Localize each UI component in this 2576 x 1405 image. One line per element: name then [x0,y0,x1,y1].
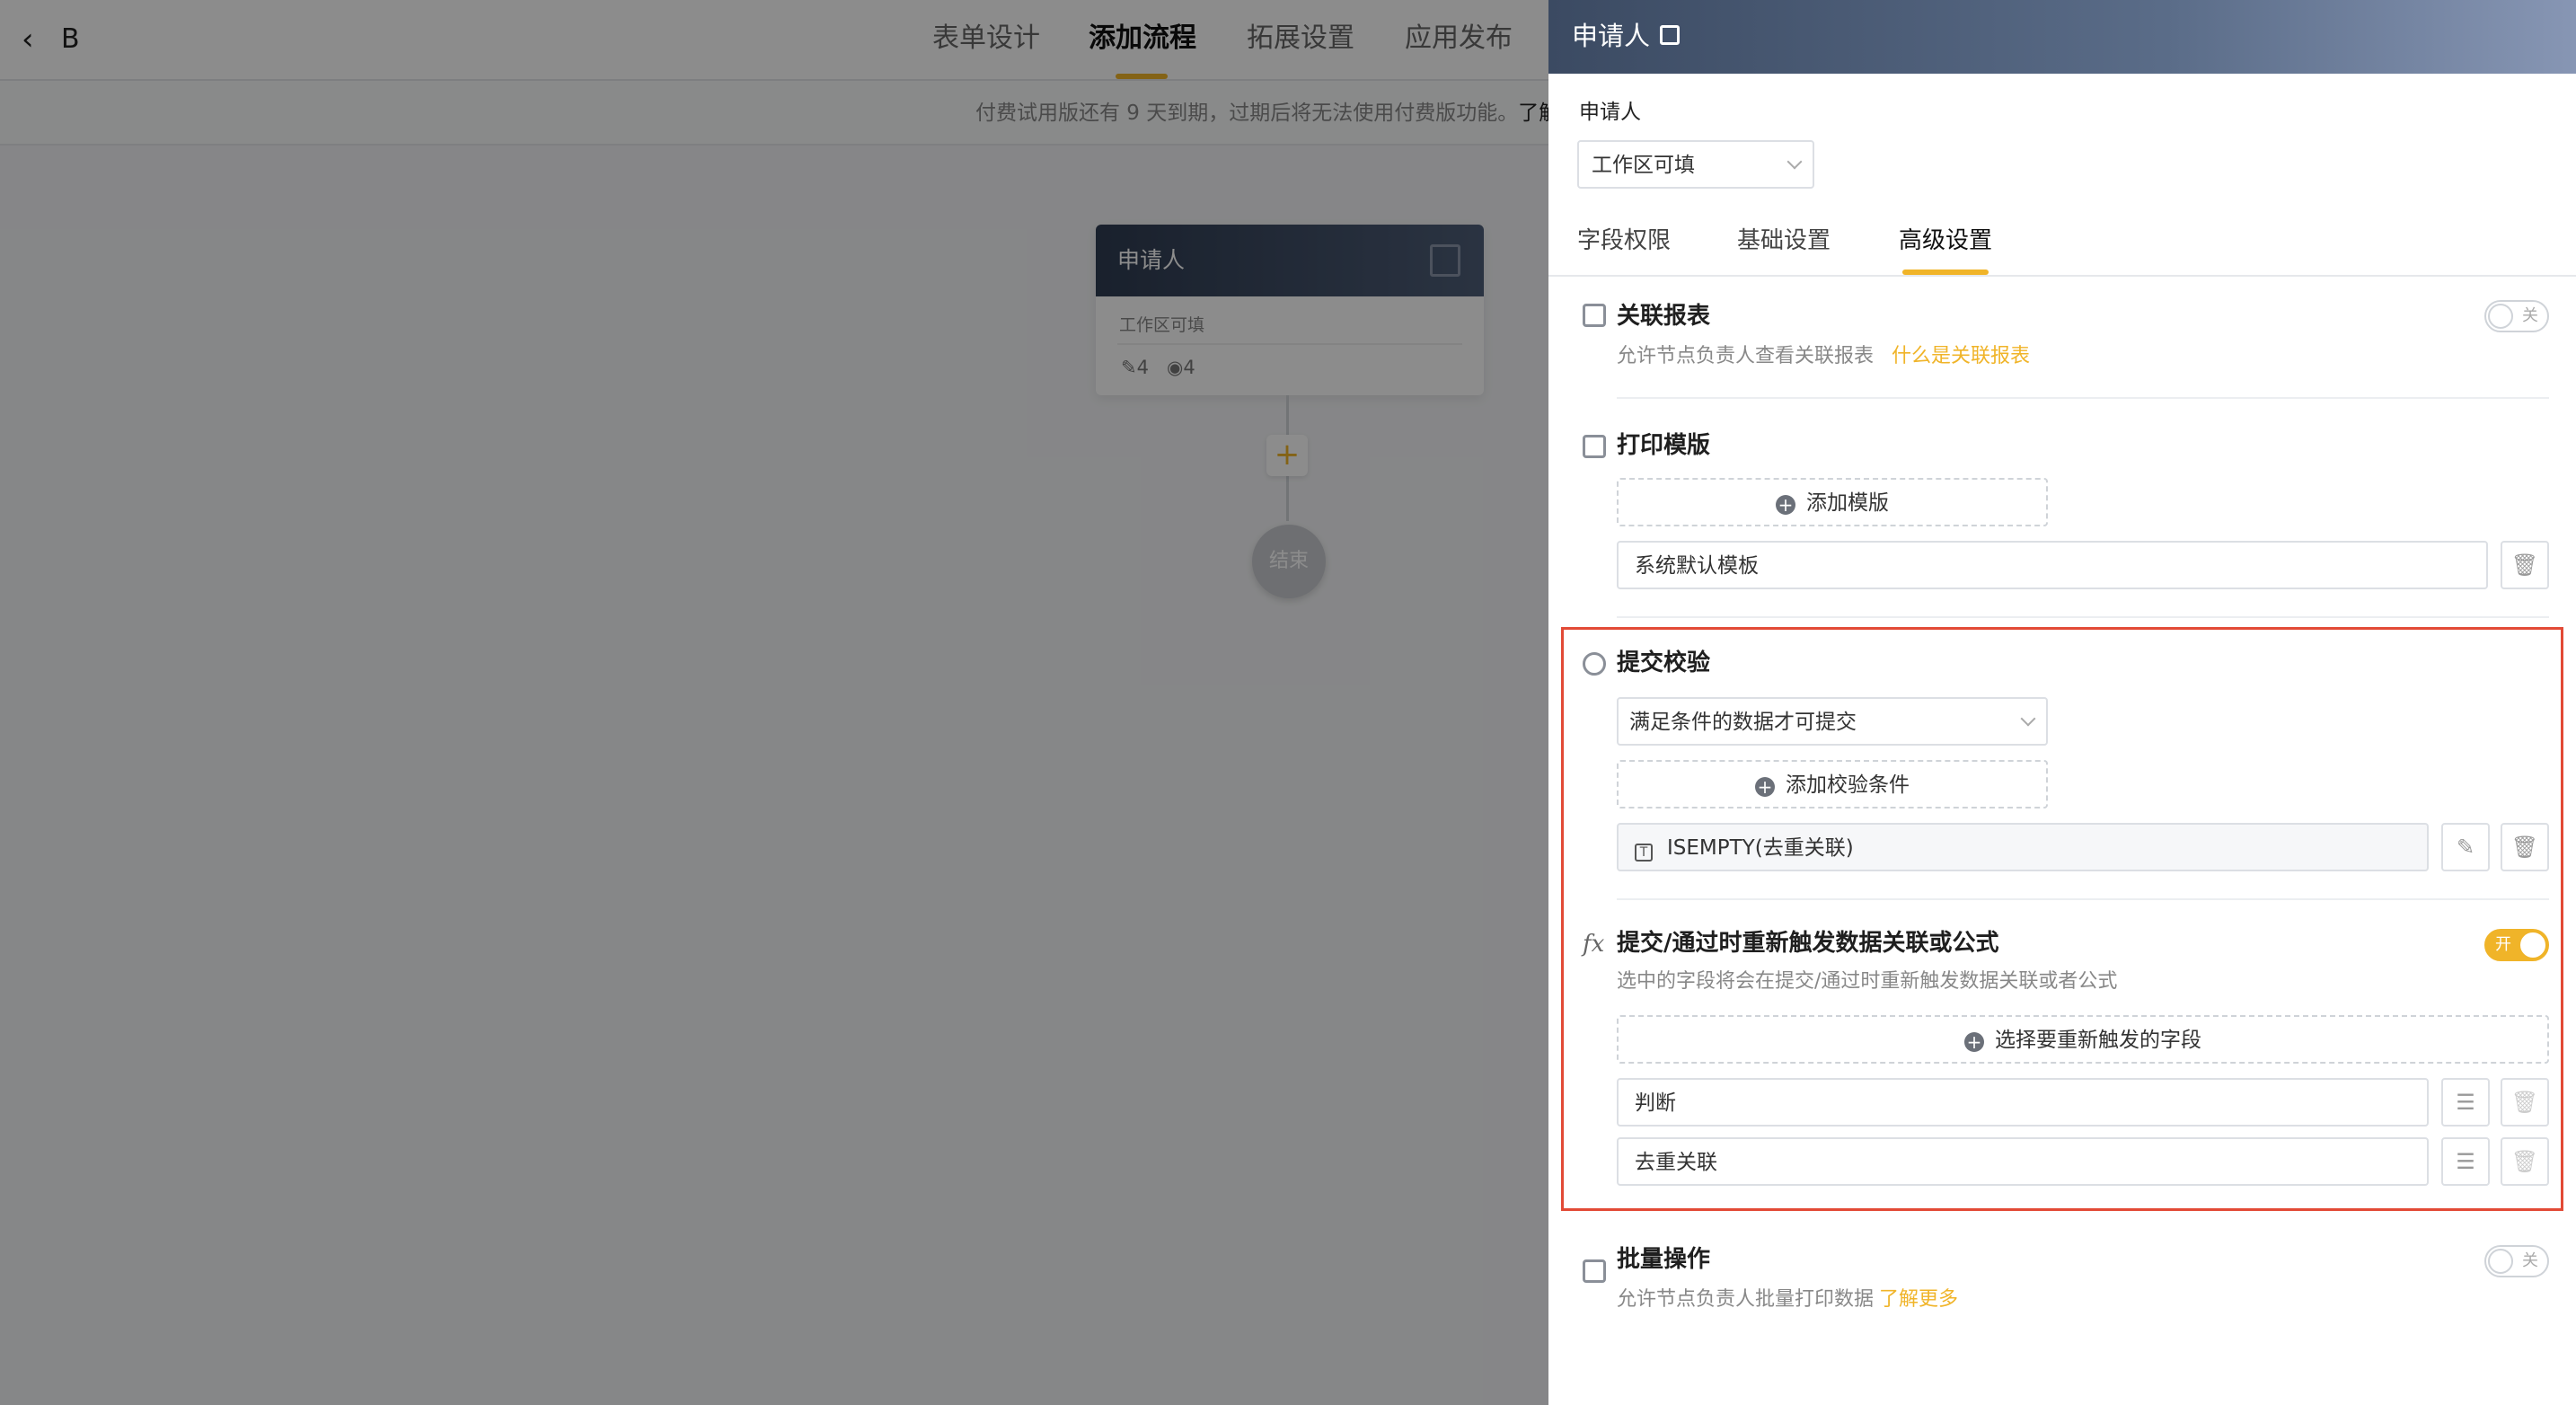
divider [1617,397,2549,399]
toggle-knob [2488,1249,2513,1274]
toggle-label: 关 [2522,1251,2538,1270]
toggle-label: 关 [2522,306,2538,325]
tab-basic-settings[interactable]: 基础设置 [1737,221,1831,261]
batch-desc: 允许节点负责人批量打印数据 [1617,1288,1875,1311]
section-title-related-report: 关联报表 [1617,303,1711,330]
what-is-related-report-link[interactable]: 什么是关联报表 [1892,345,2030,367]
related-report-toggle[interactable]: 关 [2484,300,2549,332]
edit-icon[interactable] [1660,25,1680,45]
section-title-print-template: 打印模版 [1617,432,1711,459]
divider [1617,616,2549,618]
learn-more-link[interactable]: 了解更多 [1879,1288,1958,1311]
batch-copy-icon [1583,1259,1606,1283]
select-value: 工作区可填 [1592,154,1695,177]
trash-icon[interactable]: 🗑 [2501,541,2549,589]
applicant-scope-select[interactable]: 工作区可填 [1577,140,1814,189]
section-title-batch: 批量操作 [1617,1246,1711,1273]
tab-field-permission[interactable]: 字段权限 [1577,221,1671,261]
advanced-settings-panel[interactable]: 关联报表 关 允许节点负责人查看关联报表 什么是关联报表 打印模版 + 添加模版 系… [1548,277,2576,1405]
toggle-knob [2488,304,2513,329]
button-label: 添加模版 [1806,491,1889,515]
highlight-box [1561,627,2563,1211]
tab-advanced-settings[interactable]: 高级设置 [1899,221,1992,261]
related-report-desc: 允许节点负责人查看关联报表 [1617,345,1875,367]
drawer-title: 申请人 [1572,21,1651,51]
applicant-label: 申请人 [1579,101,1641,124]
report-icon [1583,304,1606,327]
drawer-header: 申请人 [1548,0,2576,74]
chevron-down-icon [1786,154,1803,170]
batch-toggle[interactable]: 关 [2484,1245,2549,1277]
add-template-button[interactable]: + 添加模版 [1617,478,2048,526]
template-item[interactable]: 系统默认模板 [1617,541,2488,589]
template-name: 系统默认模板 [1635,554,1759,578]
node-settings-drawer: 申请人 申请人 工作区可填 字段权限 基础设置 高级设置 关联报表 关 允许节点… [1548,0,2576,1405]
flow-designer-page: ‹ B 表单设计 添加流程 拓展设置 应用发布 付费试用版还有 9 天到期，过期… [0,0,1548,1405]
plus-circle-icon: + [1776,495,1795,515]
active-tab-indicator [1902,270,1989,275]
modal-overlay[interactable] [0,0,1548,1405]
printer-icon [1583,435,1606,458]
